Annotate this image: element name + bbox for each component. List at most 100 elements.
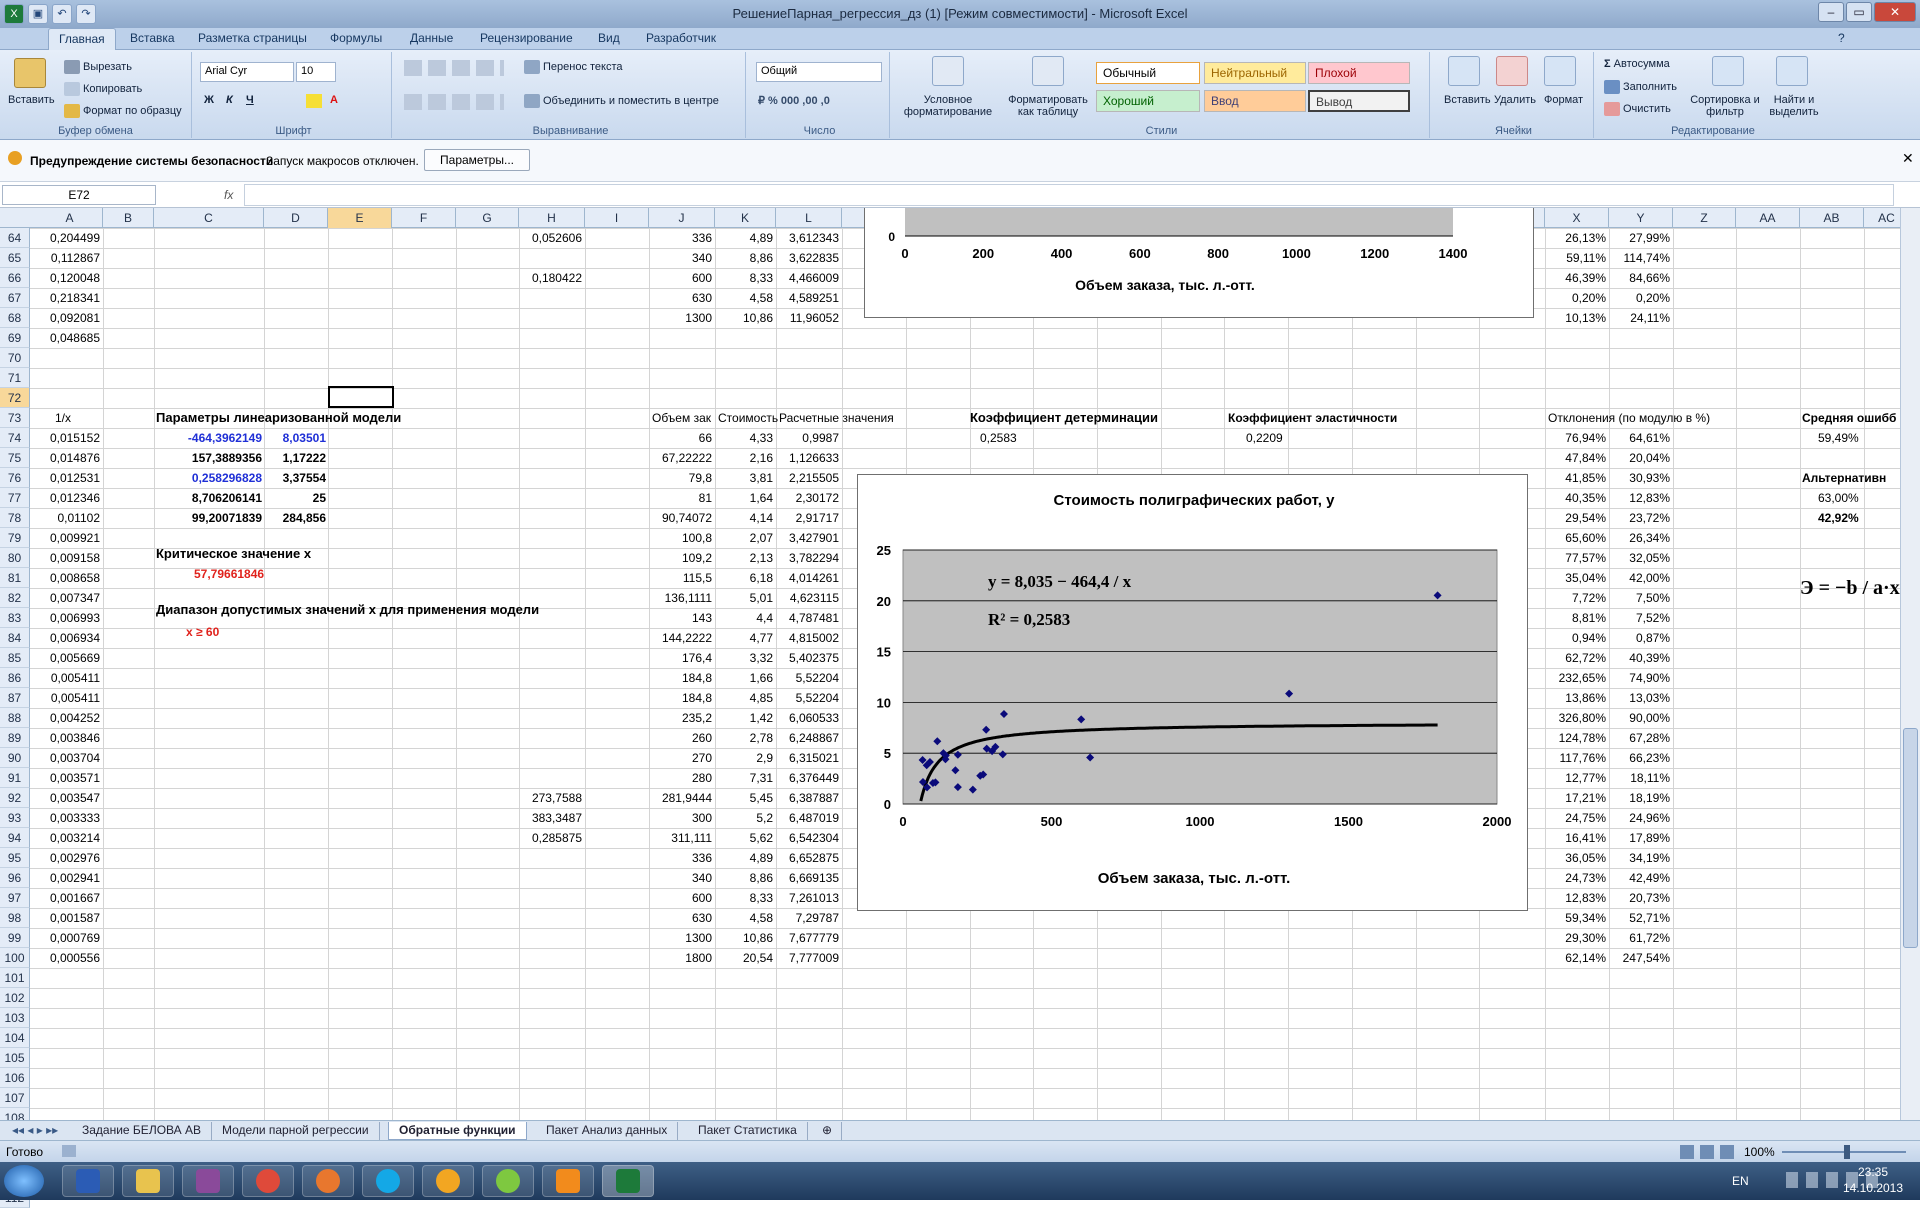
active-cell-e72[interactable] [328, 386, 394, 408]
sort-filter-button[interactable]: Сортировка и фильтр [1690, 94, 1760, 118]
fx-icon[interactable]: fx [224, 185, 233, 205]
row-header-86[interactable]: 86 [0, 668, 30, 688]
col-header-E[interactable]: E [328, 208, 392, 228]
row-header-66[interactable]: 66 [0, 268, 30, 288]
main-chart[interactable]: Стоимость полиграфических работ, y 0 5 10 1… [857, 474, 1528, 911]
italic-button[interactable]: К [226, 94, 233, 106]
row-header-69[interactable]: 69 [0, 328, 30, 348]
formula-input[interactable] [244, 184, 1894, 206]
zoom-slider-thumb[interactable] [1844, 1145, 1850, 1159]
icq-icon[interactable] [482, 1165, 534, 1197]
row-header-70[interactable]: 70 [0, 348, 30, 368]
row-header-89[interactable]: 89 [0, 728, 30, 748]
vertical-scrollbar[interactable] [1900, 208, 1920, 1120]
col-header-I[interactable]: I [585, 208, 649, 228]
firefox-icon[interactable] [302, 1165, 354, 1197]
row-header-68[interactable]: 68 [0, 308, 30, 328]
cut-button[interactable]: Вырезать [64, 60, 132, 74]
row-header-106[interactable]: 106 [0, 1068, 30, 1088]
fill-color-icon[interactable] [306, 94, 322, 108]
col-header-L[interactable]: L [776, 208, 842, 228]
align-horizontal-icons[interactable] [404, 94, 504, 110]
tab-home[interactable]: Главная [48, 28, 116, 51]
style-output[interactable]: Вывод [1308, 90, 1410, 112]
format-cells-button[interactable]: Формат [1544, 94, 1583, 106]
keyboard-language[interactable]: EN [1732, 1171, 1749, 1191]
new-sheet-icon[interactable]: ⊕ [812, 1122, 842, 1140]
number-format-select[interactable]: Общий [756, 62, 882, 82]
clear-button[interactable]: Очистить [1604, 102, 1671, 116]
row-header-98[interactable]: 98 [0, 908, 30, 928]
tab-view[interactable]: Вид [598, 31, 620, 45]
tab-page-layout[interactable]: Разметка страницы [198, 31, 307, 45]
row-header-85[interactable]: 85 [0, 648, 30, 668]
conditional-format-icon[interactable] [932, 56, 964, 86]
start-button-icon[interactable] [4, 1165, 44, 1197]
col-header-D[interactable]: D [264, 208, 328, 228]
row-header-99[interactable]: 99 [0, 928, 30, 948]
row-header-101[interactable]: 101 [0, 968, 30, 988]
row-header-103[interactable]: 103 [0, 1008, 30, 1028]
wrap-text-button[interactable]: Перенос текста [524, 60, 623, 74]
format-table-button[interactable]: Форматировать как таблицу [1000, 94, 1096, 118]
row-header-91[interactable]: 91 [0, 768, 30, 788]
row-header-64[interactable]: 64 [0, 228, 30, 248]
sheet-tab-inverse[interactable]: Обратные функции [388, 1122, 527, 1140]
row-header-79[interactable]: 79 [0, 528, 30, 548]
row-header-96[interactable]: 96 [0, 868, 30, 888]
maximize-button[interactable]: ▭ [1846, 2, 1872, 22]
font-size-select[interactable]: 10 [296, 62, 336, 82]
row-header-107[interactable]: 107 [0, 1088, 30, 1108]
sheet-tab-analysis[interactable]: Пакет Анализ данных [536, 1122, 679, 1140]
row-header-83[interactable]: 83 [0, 608, 30, 628]
copy-button[interactable]: Копировать [64, 82, 142, 96]
word-icon[interactable] [62, 1165, 114, 1197]
zoom-level[interactable]: 100% [1744, 1142, 1775, 1162]
style-good[interactable]: Хороший [1096, 90, 1200, 112]
chrome-icon[interactable] [242, 1165, 294, 1197]
col-header-G[interactable]: G [456, 208, 519, 228]
style-neutral[interactable]: Нейтральный [1204, 62, 1306, 84]
row-header-77[interactable]: 77 [0, 488, 30, 508]
col-header-C[interactable]: C [154, 208, 264, 228]
row-header-104[interactable]: 104 [0, 1028, 30, 1048]
tab-review[interactable]: Рецензирование [480, 31, 573, 45]
row-header-75[interactable]: 75 [0, 448, 30, 468]
row-header-95[interactable]: 95 [0, 848, 30, 868]
tab-data[interactable]: Данные [410, 31, 453, 45]
name-box[interactable]: E72 [2, 185, 156, 205]
find-select-icon[interactable] [1776, 56, 1808, 86]
sheet-tab-models[interactable]: Модели парной регрессии [212, 1122, 380, 1140]
vertical-scroll-thumb[interactable] [1903, 728, 1918, 948]
col-header-Y[interactable]: Y [1609, 208, 1673, 228]
close-security-icon[interactable]: ✕ [1902, 148, 1914, 168]
row-header-105[interactable]: 105 [0, 1048, 30, 1068]
row-header-93[interactable]: 93 [0, 808, 30, 828]
col-header-AB[interactable]: AB [1800, 208, 1864, 228]
row-header-78[interactable]: 78 [0, 508, 30, 528]
row-header-65[interactable]: 65 [0, 248, 30, 268]
security-options-button[interactable]: Параметры... [424, 149, 530, 171]
delete-cells-button[interactable]: Удалить [1494, 94, 1536, 106]
mail-agent-icon[interactable] [422, 1165, 474, 1197]
explorer-icon[interactable] [122, 1165, 174, 1197]
col-header-K[interactable]: K [715, 208, 776, 228]
row-header-90[interactable]: 90 [0, 748, 30, 768]
col-header-H[interactable]: H [519, 208, 585, 228]
tab-insert[interactable]: Вставка [130, 31, 175, 45]
merge-center-button[interactable]: Объединить и поместить в центре [524, 94, 719, 108]
fill-button[interactable]: Заполнить [1604, 80, 1677, 94]
style-normal[interactable]: Обычный [1096, 62, 1200, 84]
sheet-tab-stat[interactable]: Пакет Статистика [688, 1122, 808, 1140]
row-header-71[interactable]: 71 [0, 368, 30, 388]
col-header-B[interactable]: B [103, 208, 154, 228]
underline-button[interactable]: Ч [246, 94, 254, 106]
delete-cells-icon[interactable] [1496, 56, 1528, 86]
col-header-Z[interactable]: Z [1673, 208, 1736, 228]
col-header-A[interactable]: A [37, 208, 103, 228]
bold-button[interactable]: Ж [204, 94, 214, 106]
sheet-tab-zadanie[interactable]: Задание БЕЛОВА АВ [72, 1122, 212, 1140]
tab-developer[interactable]: Разработчик [646, 31, 716, 45]
clock-time[interactable]: 23:35 [1838, 1164, 1908, 1180]
format-painter-button[interactable]: Формат по образцу [64, 104, 182, 118]
